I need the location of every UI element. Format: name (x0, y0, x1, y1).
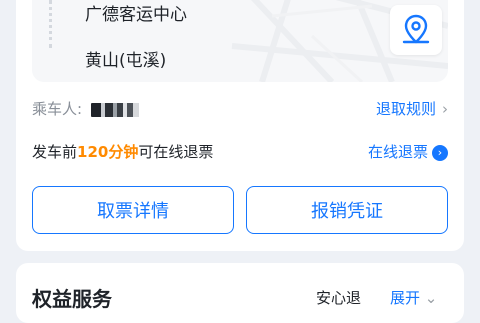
refund-rules-label: 退取规则 (375, 100, 436, 118)
online-refund-link[interactable]: 在线退票 › (368, 141, 448, 162)
benefits-title: 权益服务 (32, 287, 112, 311)
passenger-name-redacted (90, 102, 145, 117)
benefit-tag: 安心退 (316, 289, 362, 307)
chevron-right-icon: › (442, 100, 448, 118)
chevron-circle-right-icon: › (432, 145, 448, 161)
refund-rules-link[interactable]: 退取规则 › (376, 98, 448, 119)
ticket-details-button[interactable]: 取票详情 (32, 186, 234, 234)
notice-suffix: 可在线退票 (138, 143, 214, 161)
ticket-card: 广德客运中心 黄山(屯溪) 乘车人: 退取规则 › 发车前120分钟可在线退票 在… (16, 0, 464, 251)
route-line (49, 0, 53, 48)
expand-toggle[interactable]: 展开 ⌄ (390, 287, 437, 308)
map-location-button[interactable] (390, 5, 442, 55)
reimbursement-voucher-button[interactable]: 报销凭证 (246, 186, 448, 234)
notice-highlight: 120分钟 (77, 143, 139, 161)
benefits-card: 权益服务 安心退 展开 ⌄ (16, 263, 464, 323)
online-refund-label: 在线退票 (367, 143, 428, 161)
departure-station: 广德客运中心 (85, 5, 187, 25)
notice-prefix: 发车前 (32, 143, 78, 161)
location-pin-icon (402, 14, 430, 44)
arrival-station: 黄山(屯溪) (85, 51, 167, 71)
expand-label: 展开 (390, 289, 421, 307)
refund-notice-row: 发车前120分钟可在线退票 在线退票 › (32, 141, 448, 162)
passenger-label: 乘车人: (32, 100, 83, 118)
passenger-row: 乘车人: 退取规则 › (32, 98, 448, 119)
chevron-down-icon: ⌄ (424, 289, 438, 307)
route-map: 广德客运中心 黄山(屯溪) (32, 0, 448, 82)
